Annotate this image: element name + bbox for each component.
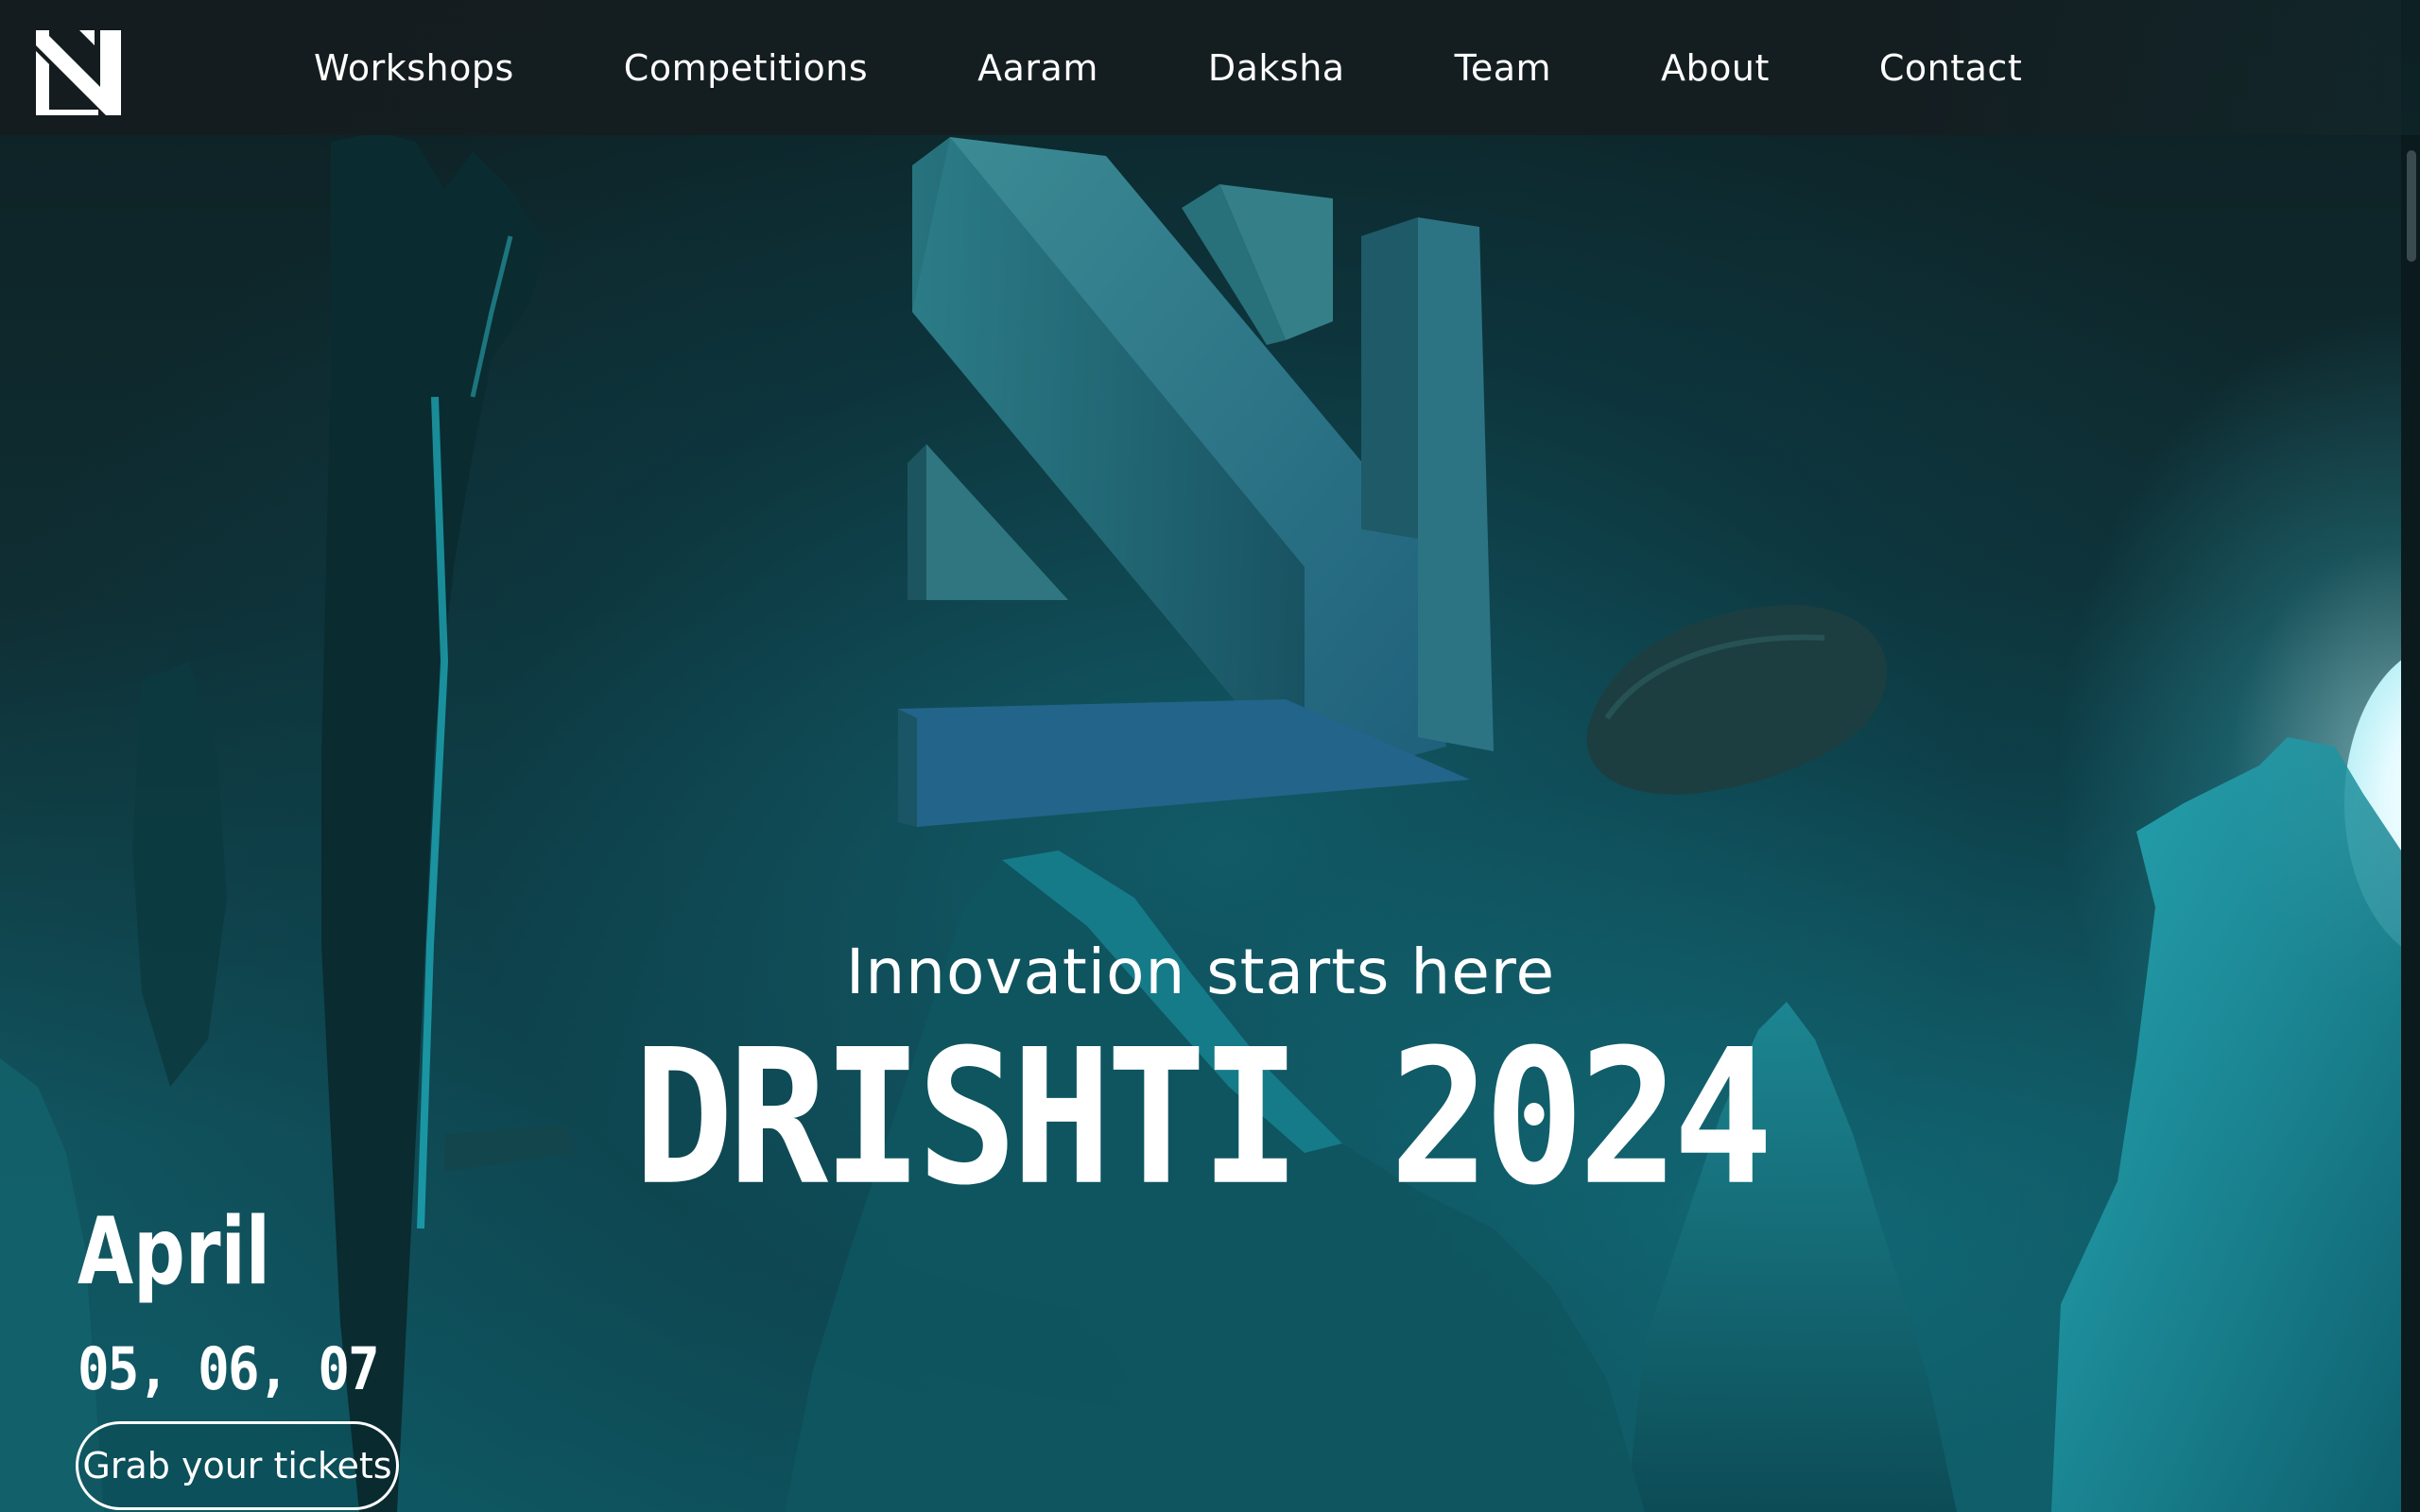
- hero-3d-logo: [898, 137, 1494, 827]
- event-date-month: April: [78, 1198, 270, 1306]
- grab-tickets-button[interactable]: Grab your tickets: [76, 1421, 399, 1510]
- nav-links: Workshops Competitions Aaram Daksha Team…: [314, 0, 2132, 135]
- nav-link-about[interactable]: About: [1661, 47, 1770, 89]
- hero-background-scene: [0, 132, 2401, 1512]
- drishti-logo-icon[interactable]: [32, 28, 125, 117]
- page-scrollbar[interactable]: [2401, 135, 2420, 1512]
- nav-link-contact[interactable]: Contact: [1879, 47, 2022, 89]
- hero-tagline: Innovation starts here: [845, 936, 1556, 1008]
- hero-title: DRISHTI 2024: [633, 1009, 1773, 1227]
- nav-link-team[interactable]: Team: [1455, 47, 1551, 89]
- nav-link-competitions[interactable]: Competitions: [624, 47, 868, 89]
- scrollbar-thumb[interactable]: [2407, 150, 2416, 262]
- nav-link-daksha[interactable]: Daksha: [1208, 47, 1345, 89]
- nav-link-workshops[interactable]: Workshops: [314, 47, 514, 89]
- page: Workshops Competitions Aaram Daksha Team…: [0, 0, 2420, 1512]
- floating-asteroid: [1586, 605, 1887, 795]
- top-navbar: Workshops Competitions Aaram Daksha Team…: [0, 0, 2401, 135]
- event-date-days: 05, 06, 07: [78, 1334, 380, 1403]
- nav-link-aaram[interactable]: Aaram: [977, 47, 1098, 89]
